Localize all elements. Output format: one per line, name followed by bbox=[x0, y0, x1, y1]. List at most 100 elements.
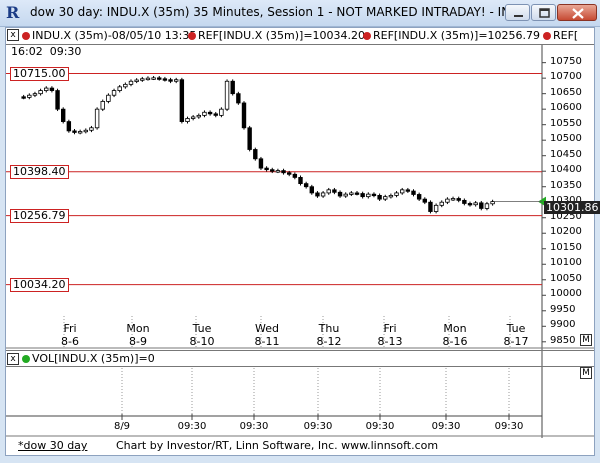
ref-level-label[interactable]: 10715.00 bbox=[10, 66, 69, 81]
candle-body bbox=[388, 195, 394, 198]
candle-body bbox=[123, 83, 128, 88]
candle-body bbox=[332, 189, 337, 193]
minimize-button[interactable] bbox=[505, 4, 530, 21]
candle-body bbox=[309, 186, 314, 194]
day-of-week: Wed bbox=[255, 322, 279, 335]
candle-body bbox=[320, 192, 326, 197]
close-volume-icon[interactable]: x bbox=[7, 353, 19, 365]
day-label: Mon 8-9 bbox=[118, 322, 158, 348]
candle-body bbox=[450, 198, 456, 201]
candle-body bbox=[281, 170, 286, 174]
candle-body bbox=[258, 158, 264, 169]
close-button[interactable] bbox=[557, 4, 597, 21]
candle-body bbox=[326, 189, 331, 194]
day-of-week: Thu bbox=[318, 322, 340, 335]
maximize-button[interactable] bbox=[531, 4, 556, 21]
candle-body bbox=[247, 127, 252, 150]
candle-body bbox=[462, 199, 467, 204]
price-chart[interactable] bbox=[6, 28, 594, 455]
y-tick-label: 10050 bbox=[550, 272, 582, 284]
day-label: Tue 8-17 bbox=[496, 322, 536, 348]
volume-label[interactable]: VOL[INDU.X (35m)]=0 bbox=[22, 352, 155, 365]
ref-level-label[interactable]: 10034.20 bbox=[10, 277, 69, 292]
candle-body bbox=[399, 189, 405, 194]
ref-level-label[interactable]: 10256.79 bbox=[10, 208, 69, 223]
candle-body bbox=[94, 108, 100, 129]
candle-body bbox=[44, 87, 49, 91]
candle-body bbox=[190, 116, 196, 119]
day-date: 8-6 bbox=[61, 335, 79, 348]
candle-body bbox=[168, 79, 173, 82]
day-date: 8-16 bbox=[442, 335, 468, 348]
volume-x-tick-label: 8/9 bbox=[113, 421, 131, 432]
candle-body bbox=[100, 101, 105, 110]
candle-body bbox=[456, 198, 461, 201]
candle-body bbox=[162, 78, 168, 81]
day-label: Fri 8-6 bbox=[50, 322, 90, 348]
candle-body bbox=[383, 196, 388, 200]
day-date: 8-11 bbox=[254, 335, 280, 348]
candle-body bbox=[445, 198, 450, 203]
candle-body bbox=[490, 201, 495, 205]
candle-body bbox=[38, 90, 43, 95]
volume-x-tick-label: 09:30 bbox=[303, 421, 333, 432]
y-tick-label: 10200 bbox=[550, 226, 582, 238]
day-label: Wed 8-11 bbox=[247, 322, 287, 348]
candle-body bbox=[275, 170, 281, 173]
y-tick-label: 10600 bbox=[550, 102, 582, 114]
candle-body bbox=[270, 169, 275, 172]
candle-body bbox=[179, 79, 185, 122]
y-tick-label: 9900 bbox=[550, 319, 576, 331]
candle-body bbox=[27, 94, 32, 98]
candle-body bbox=[349, 192, 354, 195]
day-of-week: Tue bbox=[192, 322, 212, 335]
candle-body bbox=[202, 111, 207, 116]
candle-body bbox=[134, 79, 139, 82]
candle-body bbox=[49, 87, 55, 91]
candle-body bbox=[21, 96, 26, 99]
candle-body bbox=[354, 192, 360, 195]
ref-level-label[interactable]: 10398.40 bbox=[10, 164, 69, 179]
candle-body bbox=[422, 198, 427, 203]
day-of-week: Tue bbox=[506, 322, 526, 335]
candle-body bbox=[61, 108, 66, 122]
y-tick-label: 10700 bbox=[550, 71, 582, 83]
y-tick-label: 10150 bbox=[550, 241, 582, 253]
candle-body bbox=[151, 77, 156, 80]
candle-body bbox=[128, 80, 134, 85]
candle-body bbox=[106, 94, 111, 102]
candle-body bbox=[157, 77, 162, 80]
day-of-week: Fri bbox=[63, 322, 77, 335]
candle-body bbox=[360, 193, 365, 198]
candle-body bbox=[411, 190, 416, 195]
y-tick-label: 9950 bbox=[550, 303, 576, 315]
candle-body bbox=[66, 121, 72, 132]
day-of-week: Mon bbox=[443, 322, 467, 335]
candle-body bbox=[207, 111, 213, 115]
candle-body bbox=[145, 77, 151, 81]
candle-body bbox=[377, 195, 382, 200]
y-tick-label: 10500 bbox=[550, 133, 582, 145]
chart-tab[interactable]: *dow 30 day bbox=[18, 439, 87, 452]
candle-body bbox=[219, 108, 224, 116]
volume-legend: x VOL[INDU.X (35m)]=0 bbox=[6, 350, 594, 367]
maximize-icon bbox=[539, 8, 550, 18]
minimize-icon bbox=[514, 15, 523, 17]
candle-body bbox=[479, 202, 484, 209]
day-label: Thu 8-12 bbox=[309, 322, 349, 348]
candle-body bbox=[366, 193, 371, 198]
candle-body bbox=[55, 90, 60, 110]
candle-body bbox=[253, 149, 258, 160]
candle-body bbox=[467, 203, 473, 206]
y-tick-label: 10750 bbox=[550, 55, 582, 67]
volume-x-tick-label: 09:30 bbox=[365, 421, 395, 432]
candle-body bbox=[337, 191, 343, 197]
price-pane-menu-button[interactable]: M bbox=[580, 334, 592, 346]
y-tick-label: 10350 bbox=[550, 179, 582, 191]
title-bar[interactable]: R dow 30 day: INDU.X (35m) 35 Minutes, S… bbox=[0, 0, 600, 27]
candle-body bbox=[439, 201, 444, 206]
volume-pane-menu-button[interactable]: M bbox=[580, 367, 592, 379]
candle-body bbox=[286, 172, 292, 175]
credit-text: Chart by Investor/RT, Linn Software, Inc… bbox=[116, 439, 439, 452]
day-date: 8-13 bbox=[377, 335, 403, 348]
